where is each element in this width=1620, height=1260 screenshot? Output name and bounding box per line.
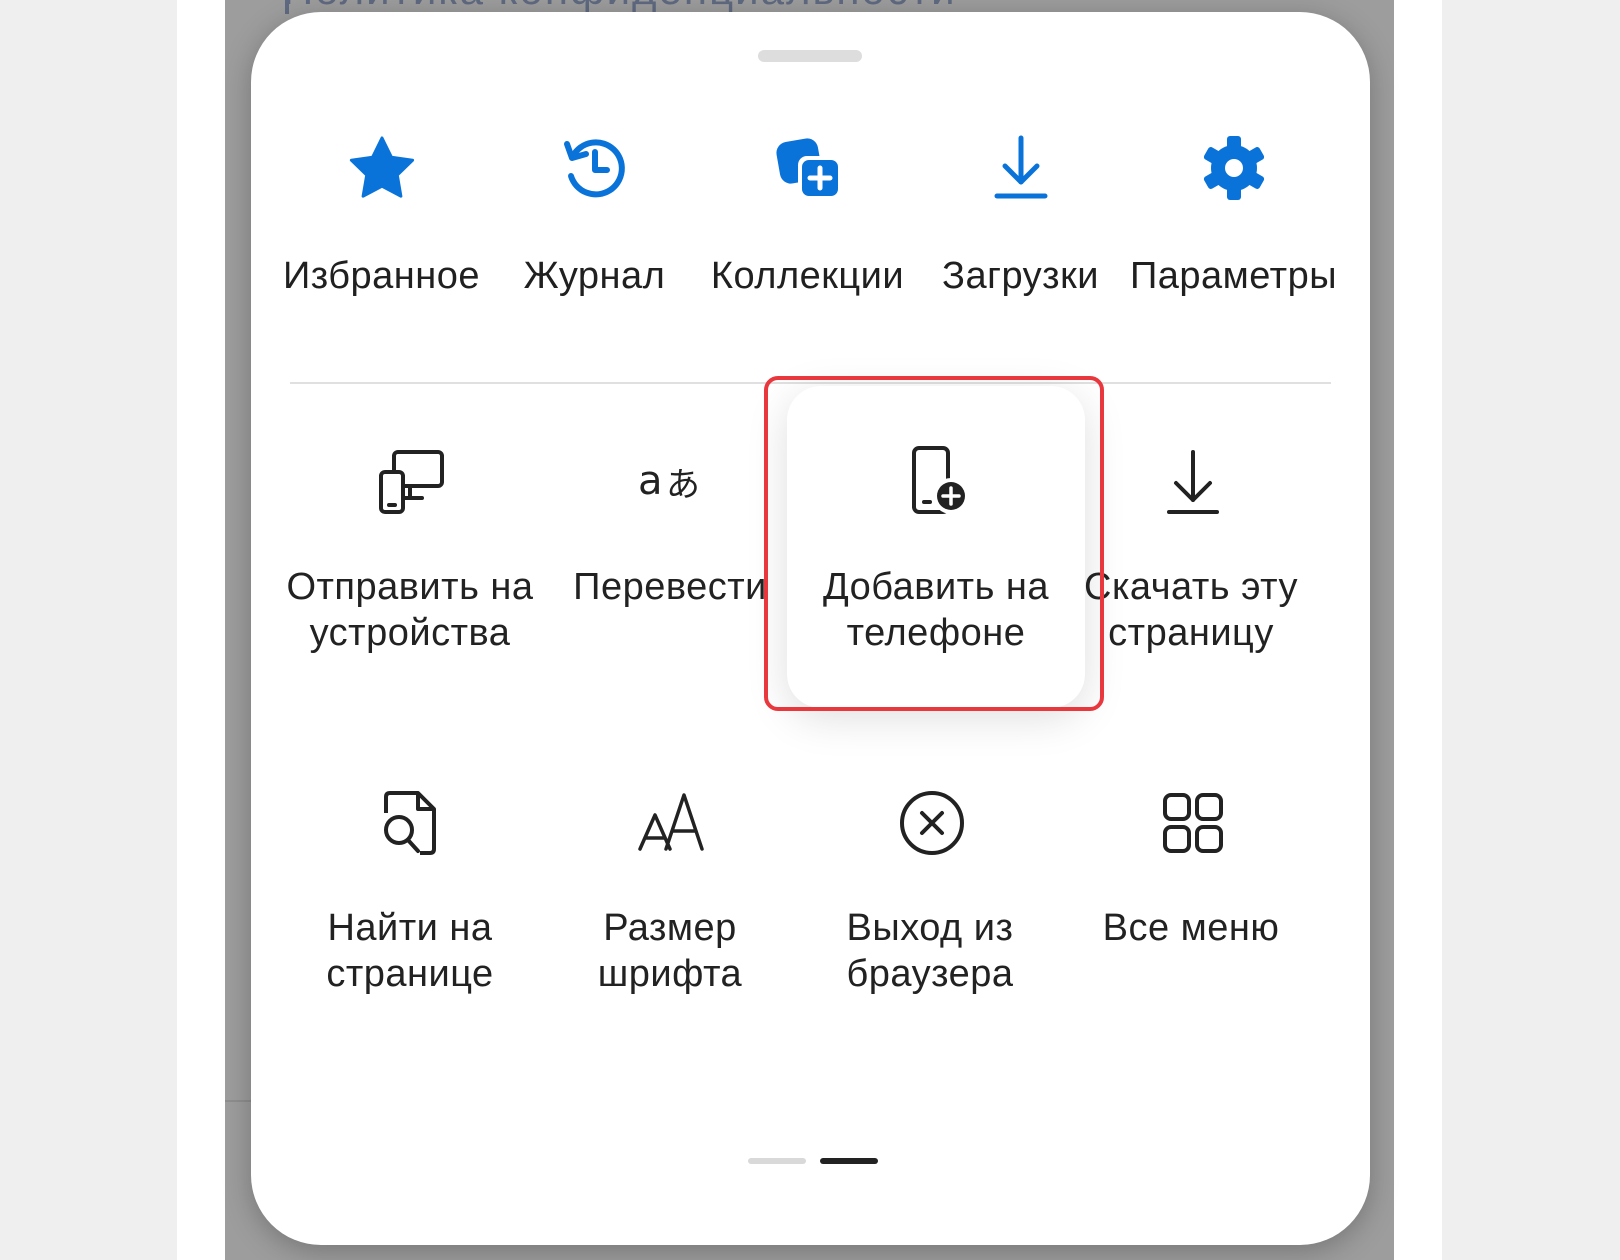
exit-browser-icon bbox=[900, 791, 964, 855]
menu-item-label: Размер шрифта bbox=[597, 907, 743, 995]
quick-action-settings[interactable]: Параметры bbox=[1127, 132, 1340, 322]
menu-item-translate[interactable]: a あ Перевести bbox=[540, 446, 800, 696]
star-icon bbox=[349, 136, 415, 198]
highlight-frame bbox=[764, 376, 1104, 711]
download-icon bbox=[994, 135, 1048, 199]
menu-item-find-on-page[interactable]: Найти на странице bbox=[280, 787, 540, 1017]
all-menu-icon bbox=[1163, 793, 1223, 853]
translate-icon: a あ bbox=[638, 458, 700, 505]
send-to-devices-icon bbox=[379, 450, 444, 514]
menu-item-label: Выход из браузера bbox=[846, 907, 1014, 995]
quick-action-history[interactable]: Журнал bbox=[488, 132, 701, 322]
history-icon bbox=[564, 139, 625, 198]
page-indicator-1[interactable] bbox=[748, 1158, 806, 1164]
quick-action-label: Параметры bbox=[1129, 255, 1338, 297]
quick-action-downloads[interactable]: Загрузки bbox=[914, 132, 1127, 322]
svg-text:あ: あ bbox=[666, 465, 700, 505]
menu-item-label: Отправить на устройства bbox=[286, 566, 534, 654]
browser-menu-sheet: Избранное Журнал Коллекции Загрузки Пара… bbox=[251, 12, 1370, 1245]
menu-item-label: Найти на странице bbox=[326, 907, 494, 995]
right-margin bbox=[1394, 0, 1442, 1260]
font-size-icon bbox=[638, 793, 704, 851]
page-indicator-2[interactable] bbox=[820, 1158, 878, 1164]
collections-icon bbox=[776, 138, 840, 198]
find-on-page-icon bbox=[384, 791, 436, 855]
menu-item-all-menu[interactable]: Все меню bbox=[1061, 787, 1321, 1017]
menu-item-label: Все меню bbox=[1102, 907, 1280, 949]
menu-item-font-size[interactable]: Размер шрифта bbox=[540, 787, 800, 1017]
gear-icon bbox=[1203, 136, 1265, 200]
quick-action-favorites[interactable]: Избранное bbox=[275, 132, 488, 322]
menu-item-send-to-devices[interactable]: Отправить на устройства bbox=[280, 446, 540, 696]
download-page-icon bbox=[1167, 450, 1219, 514]
left-margin bbox=[177, 0, 225, 1260]
menu-item-exit-browser[interactable]: Выход из браузера bbox=[800, 787, 1060, 1017]
svg-text:a: a bbox=[638, 458, 663, 504]
sheet-drag-handle[interactable] bbox=[758, 50, 862, 62]
quick-action-collections[interactable]: Коллекции bbox=[701, 132, 914, 322]
